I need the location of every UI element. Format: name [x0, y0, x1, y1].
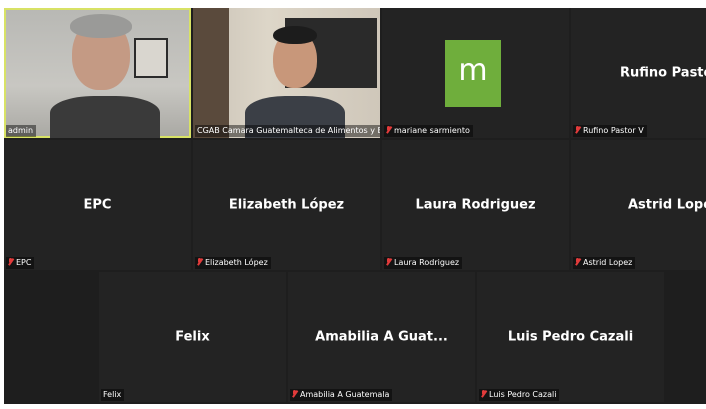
participant-tile-astrid[interactable]: Astrid Lopez Astrid Lopez — [571, 140, 706, 270]
participant-name: Laura Rodriguez — [415, 197, 536, 213]
participant-video-body — [50, 96, 160, 138]
participant-name: Astrid Lopez — [628, 197, 706, 213]
participant-label: Astrid Lopez — [573, 257, 636, 269]
participant-tile-rufino[interactable]: Rufino Pastor V Rufino Pastor V — [571, 8, 706, 138]
participant-label: admin — [6, 125, 37, 137]
video-background — [134, 38, 168, 78]
participant-label: Laura Rodriguez — [384, 257, 463, 269]
mic-muted-icon — [292, 390, 297, 398]
participant-label: Rufino Pastor V — [573, 125, 647, 137]
participant-video-hair — [70, 14, 132, 38]
participant-tile-cgab[interactable]: CGAB Camara Guatemalteca de Alimentos y … — [193, 8, 380, 138]
participant-tile-elizabeth[interactable]: Elizabeth López Elizabeth López — [193, 140, 380, 270]
video-background — [193, 8, 229, 138]
participant-name: Luis Pedro Cazali — [507, 329, 634, 345]
participant-label: EPC — [6, 257, 35, 269]
participant-name: Amabilia A Guat... — [315, 329, 448, 345]
mic-muted-icon — [386, 126, 391, 134]
participant-label: Felix — [101, 389, 125, 401]
mic-muted-icon — [386, 258, 391, 266]
mic-muted-icon — [8, 258, 13, 266]
participant-tile-mariane[interactable]: m mariane sarmiento — [382, 8, 569, 138]
participant-tile-laura[interactable]: Laura Rodriguez Laura Rodriguez — [382, 140, 569, 270]
mic-muted-icon — [575, 258, 580, 266]
participant-tile-epc[interactable]: EPC EPC — [4, 140, 191, 270]
gallery-view: admin CGAB Camara Guatemalteca de Alimen… — [4, 8, 706, 404]
participant-name: Felix — [175, 329, 210, 345]
participant-tile-amabilia[interactable]: Amabilia A Guat... Amabilia A Guatemala — [288, 272, 475, 402]
participant-label: Luis Pedro Cazali — [479, 389, 560, 401]
participant-label: CGAB Camara Guatemalteca de Alimentos y … — [195, 125, 380, 137]
participant-name: Elizabeth López — [228, 197, 345, 213]
participant-name: EPC — [83, 197, 112, 213]
mic-muted-icon — [197, 258, 202, 266]
participant-name: Rufino Pastor V — [620, 65, 706, 81]
mic-muted-icon — [575, 126, 580, 134]
participant-tile-felix[interactable]: Felix Felix — [99, 272, 286, 402]
participant-tile-luis[interactable]: Luis Pedro Cazali Luis Pedro Cazali — [477, 272, 664, 402]
participant-label: Elizabeth López — [195, 257, 271, 269]
mic-muted-icon — [481, 390, 486, 398]
participant-label: Amabilia A Guatemala — [290, 389, 393, 401]
avatar: m — [445, 40, 501, 107]
participant-tile-admin[interactable]: admin — [4, 8, 191, 138]
participant-label: mariane sarmiento — [384, 125, 473, 137]
participant-video-hair — [273, 26, 317, 44]
